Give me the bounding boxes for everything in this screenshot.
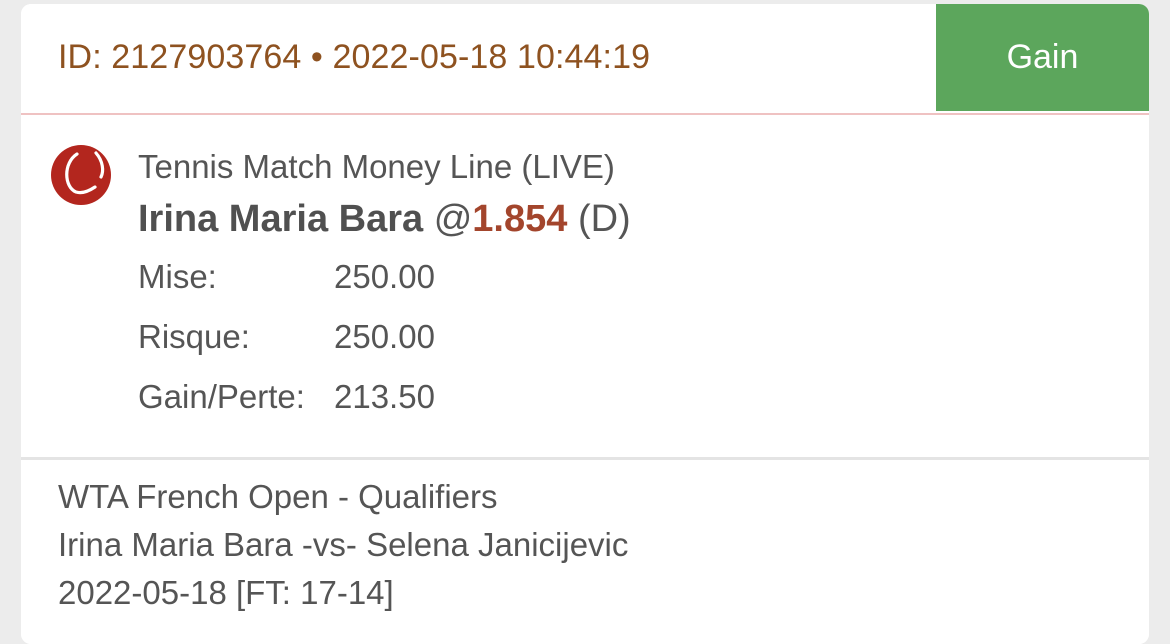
selection-line: Irina Maria Bara @1.854 (D) (138, 198, 631, 241)
ticket-header: ID: 2127903764 • 2022-05-18 10:44:19 Gai… (21, 4, 1149, 115)
profit-loss-row: Gain/Perte: 213.50 (138, 378, 435, 416)
profit-loss-label: Gain/Perte: (138, 378, 305, 415)
risk-row: Risque: 250.00 (138, 318, 435, 356)
market-name: Tennis Match Money Line (LIVE) (138, 148, 615, 185)
odds-type: (D) (577, 198, 631, 240)
tennis-ball-icon (51, 145, 111, 205)
event-info-section: WTA French Open - Qualifiers Irina Maria… (21, 460, 1149, 644)
status-badge: Gain (936, 4, 1149, 111)
risk-value: 250.00 (334, 318, 435, 355)
selection-name: Irina Maria Bara (138, 198, 424, 240)
profit-loss-value: 213.50 (334, 378, 435, 415)
odds-value: 1.854 (472, 198, 568, 240)
stake-row: Mise: 250.00 (138, 258, 435, 296)
match-result: 2022-05-18 [FT: 17-14] (58, 574, 394, 611)
bet-ticket-card[interactable]: ID: 2127903764 • 2022-05-18 10:44:19 Gai… (21, 4, 1149, 644)
matchup: Irina Maria Bara -vs- Selena Janicijevic (58, 526, 629, 563)
competition-name: WTA French Open - Qualifiers (58, 478, 498, 515)
stake-label: Mise: (138, 258, 217, 295)
ticket-id-timestamp: ID: 2127903764 • 2022-05-18 10:44:19 (58, 38, 651, 76)
at-symbol: @ (433, 198, 473, 240)
stake-value: 250.00 (334, 258, 435, 295)
bet-details-section: Tennis Match Money Line (LIVE) Irina Mar… (21, 115, 1149, 457)
risk-label: Risque: (138, 318, 250, 355)
